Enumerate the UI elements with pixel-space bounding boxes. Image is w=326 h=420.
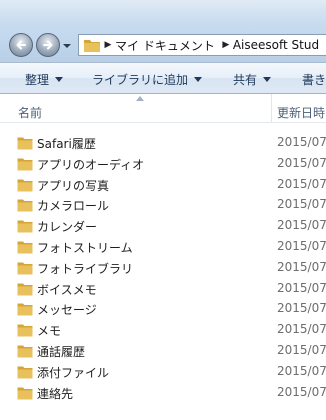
file-date: 2015/07 <box>277 155 326 170</box>
forward-button[interactable] <box>36 33 60 57</box>
folder-icon <box>17 241 33 254</box>
column-header-date[interactable]: 更新日時 <box>277 104 325 121</box>
organize-button[interactable]: 整理 <box>25 71 64 88</box>
file-name: フォトストリーム <box>37 240 133 255</box>
back-arrow-icon <box>16 40 26 50</box>
file-name: アプリのオーディオ <box>37 157 145 172</box>
back-button[interactable] <box>9 33 33 57</box>
folder-icon <box>17 366 33 379</box>
list-item[interactable]: フォトストリーム 2015/07 <box>0 237 326 258</box>
chevron-down-icon <box>194 77 203 82</box>
list-item[interactable]: フォトライブラリ 2015/07 <box>0 258 326 279</box>
list-item[interactable]: カメラロール 2015/07 <box>0 195 326 216</box>
file-name: アプリの写真 <box>37 178 110 193</box>
file-list: Safari履歴 2015/07 アプリのオーディオ 2015/07 アプリの写… <box>0 133 326 403</box>
list-item[interactable]: メモ 2015/07 <box>0 320 326 341</box>
list-item[interactable]: アプリのオーディオ 2015/07 <box>0 154 326 175</box>
add-to-library-button[interactable]: ライブラリに追加 <box>92 71 203 88</box>
file-date: 2015/07 <box>277 363 326 378</box>
burn-label: 書き <box>302 73 326 87</box>
chevron-down-icon <box>263 77 272 82</box>
file-name: 通話履歴 <box>37 344 86 359</box>
address-segment-aiseesoft[interactable]: Aiseesoft Stud <box>233 38 323 52</box>
list-item[interactable]: ボイスメモ 2015/07 <box>0 279 326 300</box>
organize-label: 整理 <box>25 73 50 87</box>
file-name: 連絡先 <box>37 386 74 401</box>
file-name: メッセージ <box>37 303 97 318</box>
folder-icon <box>17 262 33 275</box>
folder-icon <box>17 324 33 337</box>
file-name: カレンダー <box>37 220 98 235</box>
file-name: 添付ファイル <box>37 365 110 380</box>
folder-icon <box>17 283 33 296</box>
list-item[interactable]: 通話履歴 2015/07 <box>0 341 326 362</box>
folder-icon <box>17 220 33 233</box>
share-label: 共有 <box>233 73 258 87</box>
folder-icon <box>17 345 33 358</box>
sort-ascending-icon <box>136 96 144 101</box>
column-header-row: 名前 更新日時 <box>0 94 326 123</box>
recent-pages-dropdown[interactable] <box>62 42 72 50</box>
file-date: 2015/07 <box>277 280 326 295</box>
folder-icon <box>17 303 33 316</box>
list-item[interactable]: アプリの写真 2015/07 <box>0 175 326 196</box>
file-date: 2015/07 <box>277 342 326 357</box>
folder-icon <box>17 387 33 400</box>
file-date: 2015/07 <box>277 238 326 253</box>
file-date: 2015/07 <box>277 176 326 191</box>
file-date: 2015/07 <box>277 322 326 337</box>
file-date: 2015/07 <box>277 259 326 274</box>
file-name: ボイスメモ <box>37 282 97 297</box>
folder-icon <box>17 199 33 212</box>
chevron-down-icon <box>55 77 64 82</box>
folder-icon <box>17 158 33 171</box>
burn-button[interactable]: 書き <box>302 71 326 88</box>
share-button[interactable]: 共有 <box>233 71 272 88</box>
file-name: カメラロール <box>37 199 110 214</box>
address-separator[interactable]: ▶ <box>101 40 115 50</box>
address-separator[interactable]: ▶ <box>219 40 233 50</box>
command-bar: 整理 ライブラリに追加 共有 書き <box>0 62 326 94</box>
folder-icon <box>17 179 33 192</box>
list-item[interactable]: カレンダー 2015/07 <box>0 216 326 237</box>
list-item[interactable]: 連絡先 2015/07 <box>0 383 326 404</box>
file-date: 2015/07 <box>277 218 326 233</box>
folder-icon <box>84 40 100 52</box>
file-name: Safari履歴 <box>37 137 96 151</box>
file-date: 2015/07 <box>277 135 326 149</box>
address-segment-my-documents[interactable]: マイ ドキュメント <box>115 37 219 54</box>
file-date: 2015/07 <box>277 301 326 316</box>
list-item[interactable]: Safari履歴 2015/07 <box>0 133 326 154</box>
add-to-library-label: ライブラリに追加 <box>92 73 189 87</box>
window-titlebar: ▶ マイ ドキュメント ▶ Aiseesoft Stud <box>0 0 326 62</box>
folder-icon <box>17 137 33 150</box>
file-name: メモ <box>37 324 62 339</box>
file-name: フォトライブラリ <box>37 261 134 276</box>
list-item[interactable]: メッセージ 2015/07 <box>0 299 326 320</box>
forward-arrow-icon <box>43 40 53 50</box>
column-divider[interactable] <box>271 94 272 122</box>
list-item[interactable]: 添付ファイル 2015/07 <box>0 362 326 383</box>
address-bar[interactable]: ▶ マイ ドキュメント ▶ Aiseesoft Stud <box>78 34 326 56</box>
column-header-name[interactable]: 名前 <box>18 104 42 121</box>
file-date: 2015/07 <box>277 197 326 212</box>
file-date: 2015/07 <box>277 384 326 399</box>
